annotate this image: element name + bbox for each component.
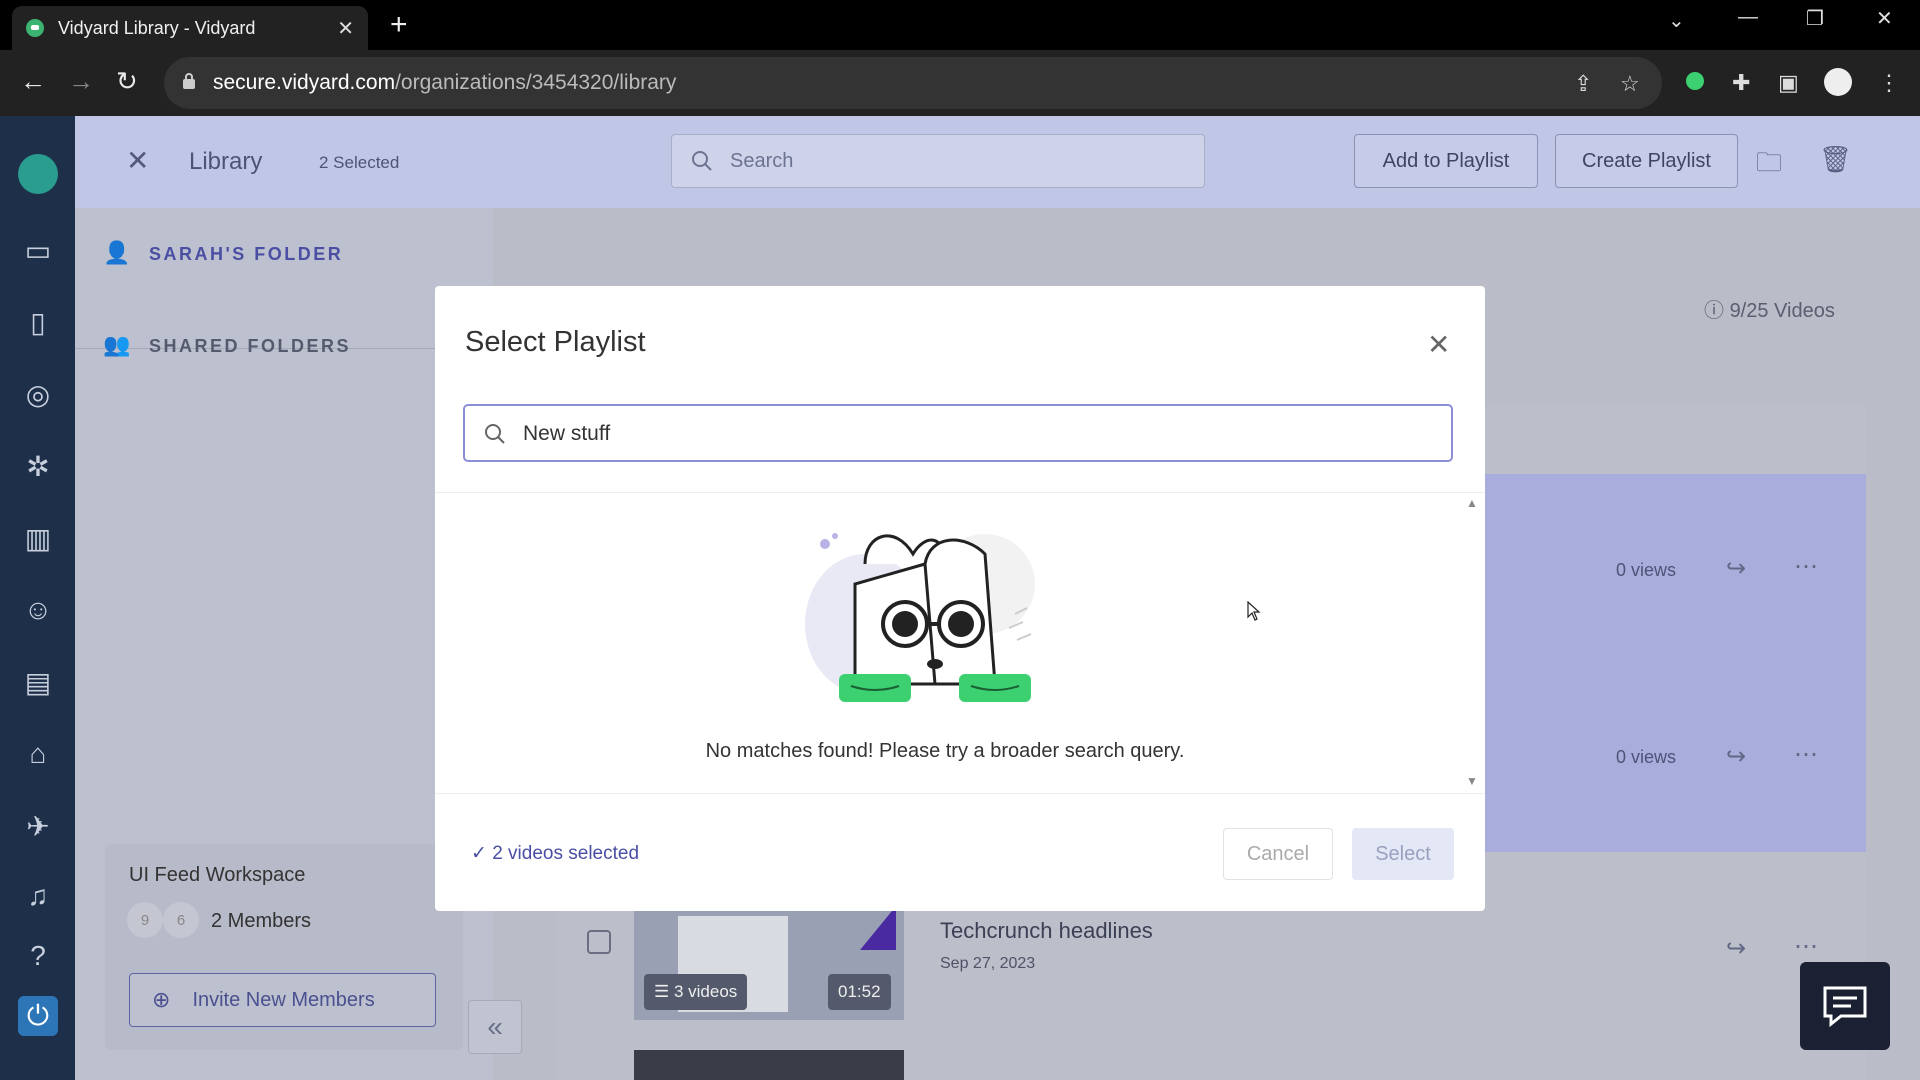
search-icon xyxy=(692,151,712,171)
selected-count: 2 Selected xyxy=(319,153,400,172)
selected-videos-summary: ✓ 2 videos selected xyxy=(471,843,640,864)
more-options-icon[interactable]: ⋯ xyxy=(1794,932,1818,961)
video-thumbnail[interactable]: ☰ 3 videos 01:52 xyxy=(634,906,904,1020)
vidyard-favicon-icon xyxy=(26,19,44,37)
profile-avatar-icon[interactable] xyxy=(1824,68,1852,96)
video-title[interactable]: Techcrunch headlines xyxy=(940,918,1153,944)
url-text: secure.vidyard.com/organizations/3454320… xyxy=(213,71,677,94)
chrome-menu-icon[interactable]: ⋮ xyxy=(1878,70,1900,96)
notifications-bell-icon[interactable]: ♫ xyxy=(18,876,58,916)
playlist-badge: ☰ 3 videos xyxy=(644,974,748,1010)
double-chevron-left-icon: « xyxy=(487,1011,503,1042)
vidyard-extension-icon[interactable] xyxy=(1686,72,1704,90)
integrations-nav-icon[interactable]: ✲ xyxy=(18,446,58,486)
contacts-nav-icon[interactable]: ☺ xyxy=(18,590,58,630)
select-playlist-modal: Select Playlist ✕ New stuff ▲ ▼ No match… xyxy=(435,286,1485,911)
analytics-nav-icon[interactable]: ▥ xyxy=(18,518,58,558)
video-count: ⓘ 9/25 Videos xyxy=(1704,300,1835,322)
scroll-up-icon[interactable]: ▲ xyxy=(1466,496,1478,510)
bookmark-star-icon[interactable]: ☆ xyxy=(1620,71,1640,97)
share-arrow-icon[interactable]: ↪ xyxy=(1726,742,1746,771)
cancel-button[interactable]: Cancel xyxy=(1223,828,1333,880)
browser-tab-bar: Vidyard Library - Vidyard ✕ + ⌄ — ❐ ✕ xyxy=(0,0,1920,50)
user-icon: 👤 xyxy=(103,240,133,265)
new-tab-icon[interactable]: + xyxy=(390,8,408,42)
video-select-checkbox[interactable] xyxy=(587,930,611,954)
duration-badge: 01:52 xyxy=(828,974,891,1010)
video-date: Sep 27, 2023 xyxy=(940,955,1036,972)
more-options-icon[interactable]: ⋯ xyxy=(1794,740,1818,769)
tab-close-icon[interactable]: ✕ xyxy=(337,16,354,41)
address-bar[interactable]: secure.vidyard.com/organizations/3454320… xyxy=(164,57,1662,109)
avatar: 9 xyxy=(127,902,163,938)
move-to-folder-icon[interactable]: 🗀 xyxy=(1756,144,1782,188)
playlist-search-input[interactable]: New stuff xyxy=(463,404,1453,462)
lock-icon xyxy=(183,73,195,89)
modal-close-icon[interactable]: ✕ xyxy=(1427,328,1450,361)
row-views: 0 views xyxy=(1616,560,1677,580)
hubs-nav-icon[interactable]: ▤ xyxy=(18,662,58,702)
learning-nav-icon[interactable]: ⌂ xyxy=(18,734,58,774)
restore-icon[interactable]: ❐ xyxy=(1806,6,1824,31)
reload-icon[interactable]: ↻ xyxy=(116,66,138,97)
invite-members-button[interactable]: ⊕ Invite New Members xyxy=(129,973,436,1027)
add-user-icon: ⊕ xyxy=(152,987,171,1012)
browser-tab[interactable]: Vidyard Library - Vidyard ✕ xyxy=(12,6,368,50)
no-results-illustration xyxy=(805,533,1035,702)
users-icon: 👥 xyxy=(103,332,133,357)
share-arrow-icon[interactable]: ↪ xyxy=(1726,554,1746,583)
modal-title: Select Playlist xyxy=(465,326,646,358)
avatar: 6 xyxy=(163,902,199,938)
videos-nav-icon[interactable]: ▭ xyxy=(18,230,58,270)
scroll-down-icon[interactable]: ▼ xyxy=(1466,774,1478,788)
collapse-sidebar-button[interactable]: « xyxy=(468,1000,522,1054)
library-header: ✕ Library 2 Selected Search Add to Playl… xyxy=(75,116,1920,208)
row-views: 0 views xyxy=(1616,747,1677,767)
chat-icon xyxy=(1823,986,1867,1028)
member-count: 2 Members xyxy=(211,910,312,932)
power-icon[interactable]: ⏻ xyxy=(18,996,58,1036)
left-nav-rail: ▭ ▯ ◎ ✲ ▥ ☺ ▤ ⌂ ✈ ♫ ? ⏻ xyxy=(0,116,75,1080)
more-options-icon[interactable]: ⋯ xyxy=(1794,552,1818,581)
create-playlist-button[interactable]: Create Playlist xyxy=(1555,134,1738,188)
extensions-puzzle-icon[interactable]: ✚ xyxy=(1732,70,1750,96)
back-icon[interactable]: ← xyxy=(20,66,46,97)
pages-nav-icon[interactable]: ▯ xyxy=(18,302,58,342)
select-button[interactable]: Select xyxy=(1352,828,1454,880)
workspace-name: UI Feed Workspace xyxy=(129,864,306,886)
empty-state-message: No matches found! Please try a broader s… xyxy=(705,740,1185,762)
library-search-input[interactable]: Search xyxy=(671,134,1205,188)
playlist-search-value: New stuff xyxy=(523,422,611,445)
help-icon[interactable]: ? xyxy=(18,936,58,976)
insights-nav-icon[interactable]: ◎ xyxy=(18,374,58,414)
video-thumbnail[interactable] xyxy=(634,1050,904,1080)
page-title: Library xyxy=(189,148,263,175)
side-panel-icon[interactable]: ▣ xyxy=(1778,70,1799,96)
chat-support-button[interactable] xyxy=(1800,962,1890,1050)
tab-search-icon[interactable]: ⌄ xyxy=(1668,8,1685,33)
tab-title: Vidyard Library - Vidyard xyxy=(58,17,256,38)
delete-trash-icon[interactable]: 🗑 xyxy=(1819,144,1852,175)
share-arrow-icon[interactable]: ↪ xyxy=(1726,934,1746,963)
add-to-playlist-button[interactable]: Add to Playlist xyxy=(1354,134,1538,188)
forward-icon[interactable]: → xyxy=(68,66,94,97)
vidyard-logo-icon[interactable] xyxy=(18,154,58,194)
results-scrollbar[interactable]: ▲ ▼ xyxy=(1462,492,1480,792)
minimize-icon[interactable]: — xyxy=(1738,6,1758,29)
search-icon xyxy=(485,424,505,444)
mouse-cursor-icon xyxy=(1247,601,1261,621)
share-icon[interactable]: ⇪ xyxy=(1574,71,1592,97)
thumbnail-accent xyxy=(860,906,896,950)
sidebar-item-my-folder[interactable]: 👤 SARAH'S FOLDER xyxy=(103,240,343,266)
launch-nav-icon[interactable]: ✈ xyxy=(18,806,58,846)
sidebar-item-shared-folders[interactable]: 👥 SHARED FOLDERS xyxy=(103,332,351,358)
window-close-icon[interactable]: ✕ xyxy=(1876,6,1893,31)
clear-selection-icon[interactable]: ✕ xyxy=(126,144,149,177)
search-placeholder: Search xyxy=(730,150,794,172)
